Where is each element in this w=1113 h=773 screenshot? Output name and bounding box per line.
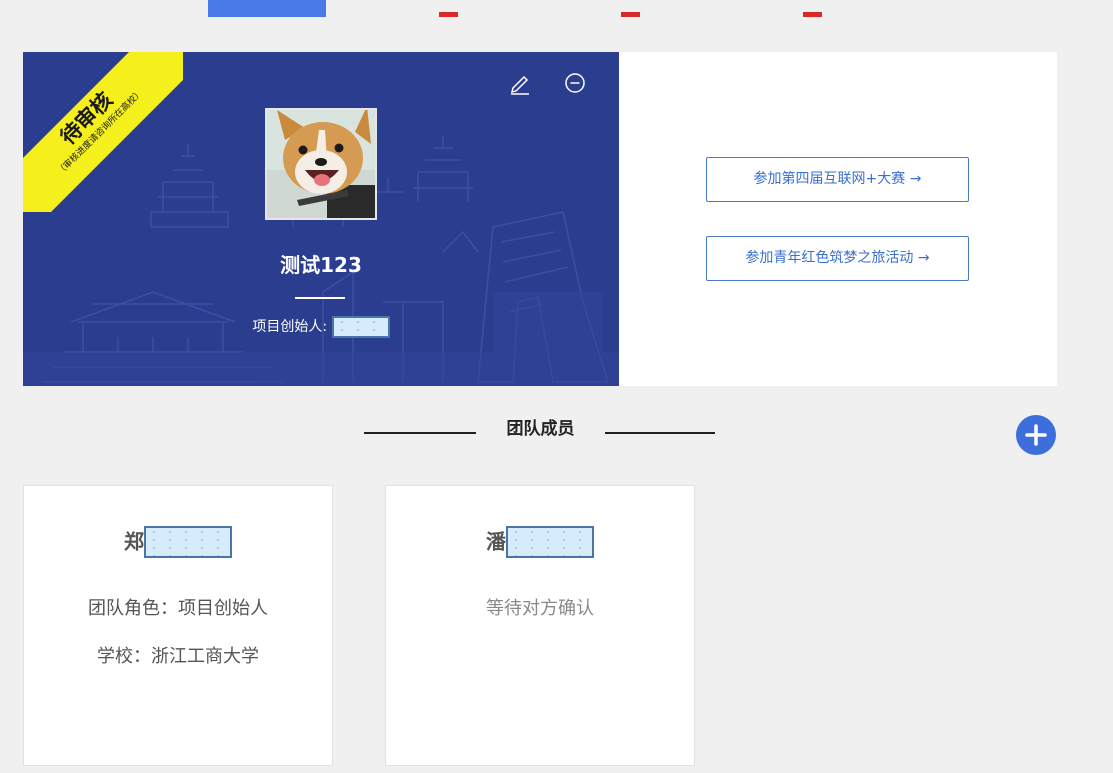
status-ribbon: 待审核 （审核进度请咨询所在高校） <box>23 52 183 212</box>
add-member-button[interactable] <box>1016 415 1056 455</box>
member-name-row: 潘 <box>386 524 694 559</box>
team-section-title: 团队成员 <box>506 419 575 439</box>
edit-project-button[interactable] <box>507 70 533 96</box>
member-card[interactable]: 郑 团队角色：项目创始人 学校：浙江工商大学 <box>23 485 333 766</box>
corgi-photo <box>267 110 375 218</box>
minus-circle-icon <box>565 73 585 93</box>
member-status: 等待对方确认 <box>486 598 594 619</box>
join-internet-plus-contest-button[interactable]: 参加第四届互联网+大赛 → <box>706 157 969 202</box>
project-avatar[interactable] <box>265 108 377 220</box>
redacted-member-name <box>506 525 594 558</box>
member-name-row: 郑 <box>24 524 332 559</box>
founder-row: 项目创始人: <box>23 316 619 338</box>
team-section-header: 团队成员 <box>0 414 1080 444</box>
project-card: 待审核 （审核进度请咨询所在高校） 测试123 项目创始人: 参加第四届互联网+… <box>23 52 1057 386</box>
top-tab-strip <box>0 0 1113 18</box>
member-role: 团队角色：项目创始人 <box>88 598 268 619</box>
member-surname: 潘 <box>486 529 506 554</box>
tab-marker[interactable] <box>803 12 822 17</box>
project-banner: 待审核 （审核进度请咨询所在高校） 测试123 项目创始人: <box>23 52 619 386</box>
founder-label: 项目创始人: <box>252 319 328 335</box>
member-school: 学校：浙江工商大学 <box>97 646 259 667</box>
remove-project-button[interactable] <box>562 70 588 96</box>
redacted-member-name <box>144 525 232 558</box>
project-name: 测试123 <box>280 253 362 277</box>
pencil-icon <box>510 75 529 95</box>
join-red-dream-tour-button[interactable]: 参加青年红色筑梦之旅活动 → <box>706 236 969 281</box>
active-tab-indicator[interactable] <box>208 0 326 17</box>
header-divider-right <box>605 432 715 434</box>
header-divider-left <box>364 432 476 434</box>
status-ribbon-subtitle: （审核进度请咨询所在高校） <box>55 87 146 178</box>
redacted-founder-name <box>331 316 390 338</box>
name-divider <box>295 297 345 299</box>
tab-marker[interactable] <box>621 12 640 17</box>
member-card[interactable]: 潘 等待对方确认 <box>385 485 695 766</box>
tab-marker[interactable] <box>439 12 458 17</box>
member-surname: 郑 <box>124 529 144 554</box>
plus-circle-icon <box>1025 424 1047 446</box>
